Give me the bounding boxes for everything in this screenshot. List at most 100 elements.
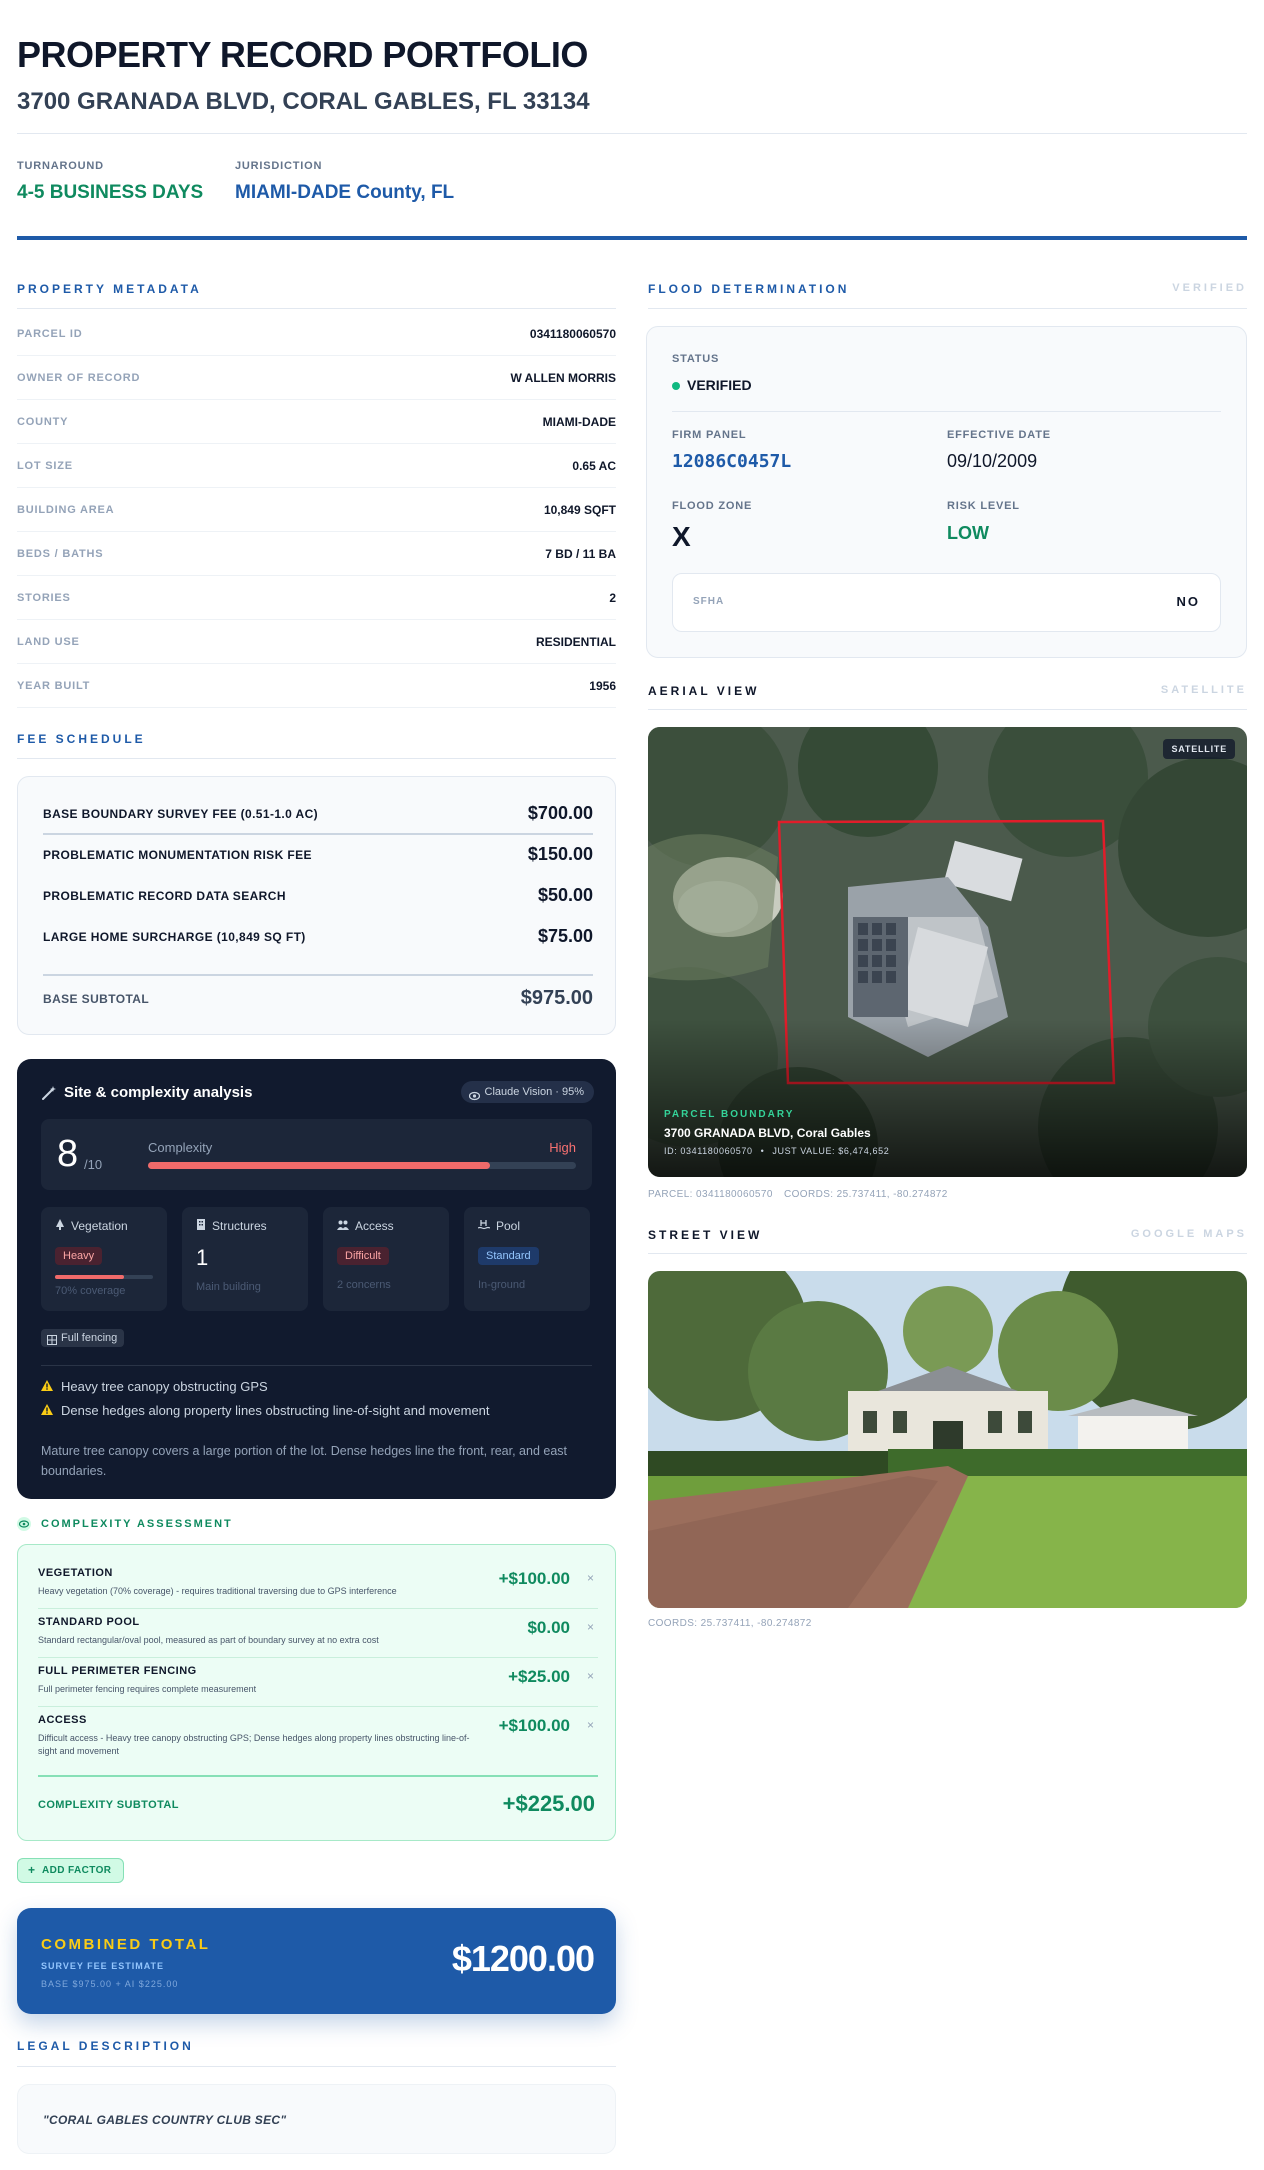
jurisdiction-block: JURISDICTION MIAMI-DADE County, FL <box>235 160 454 204</box>
base-subtotal-label: BASE SUBTOTAL <box>43 991 150 1006</box>
fee-row: LARGE HOME SURCHARGE (10,849 SQ FT) $75.0… <box>43 926 593 947</box>
aerial-heading: AERIAL VIEW <box>648 684 760 698</box>
complexity-item: FULL PERIMETER FENCING Full perimeter fe… <box>38 1665 598 1696</box>
fee-label: PROBLEMATIC MONUMENTATION RISK FEE <box>43 847 312 862</box>
jurisdiction-label: JURISDICTION <box>235 160 323 172</box>
fee-label: LARGE HOME SURCHARGE (10,849 SQ FT) <box>43 929 306 944</box>
meta-row-land-use: LAND USE RESIDENTIAL <box>17 620 616 664</box>
vegetation-bar-fill <box>55 1275 124 1279</box>
people-icon <box>337 1219 349 1233</box>
status-dot-icon <box>672 382 680 390</box>
base-subtotal-row: BASE SUBTOTAL $975.00 <box>43 987 593 1010</box>
street-view-image[interactable] <box>648 1271 1247 1608</box>
warning-item: Dense hedges along property lines obstru… <box>41 1403 490 1418</box>
flood-status-label: STATUS <box>672 353 720 365</box>
warning-text: Heavy tree canopy obstructing GPS <box>61 1379 268 1394</box>
street-aux: GOOGLE MAPS <box>1130 1228 1247 1240</box>
add-factor-button[interactable]: + ADD FACTOR <box>17 1858 125 1883</box>
aerial-rule <box>648 709 1247 710</box>
fee-amount: $700.00 <box>527 803 593 823</box>
plus-icon: + <box>28 1863 36 1877</box>
complexity-bar-fill <box>148 1162 491 1169</box>
structures-count: 1 <box>196 1245 209 1270</box>
header-accent-rule <box>17 236 1247 240</box>
aerial-image[interactable]: SATELLITE PARCEL BOUNDARY 3700 GRANADA B… <box>648 727 1247 1177</box>
fee-schedule-heading: FEE SCHEDULE <box>17 732 146 746</box>
combined-total-title: COMBINED TOTAL <box>41 1936 211 1953</box>
flood-zone-label: FLOOD ZONE <box>672 500 753 512</box>
meta-key: YEAR BUILT <box>17 679 91 692</box>
pool-label: Pool <box>496 1219 521 1233</box>
flood-rule <box>648 308 1247 309</box>
fee-amount: $50.00 <box>537 885 593 905</box>
complexity-item-desc: Standard rectangular/oval pool, measured… <box>38 1635 379 1645</box>
aerial-address: 3700 GRANADA BLVD, Coral Gables <box>664 1126 871 1140</box>
complexity-separator <box>38 1706 598 1707</box>
structures-label: Structures <box>212 1219 267 1233</box>
meta-row-parcel: PARCEL ID 0341180060570 <box>17 312 616 356</box>
meta-row-beds-baths: BEDS / BATHS 7 BD / 11 BA <box>17 532 616 576</box>
meta-key: COUNTY <box>17 415 69 428</box>
risk-level-value: LOW <box>947 523 989 543</box>
site-analysis-card: Site & complexity analysis Claude Vision… <box>17 1059 616 1499</box>
vegetation-pill: Heavy <box>55 1247 103 1265</box>
fencing-tag: Full fencing <box>41 1329 125 1347</box>
legal-description-rule <box>17 2066 616 2067</box>
property-metadata-rule <box>17 308 616 309</box>
access-header: Access <box>337 1219 394 1233</box>
access-foot: 2 concerns <box>337 1279 391 1291</box>
complexity-level: High <box>549 1140 576 1155</box>
eye-icon <box>17 1517 31 1536</box>
building-icon <box>196 1219 206 1233</box>
aerial-just-value: JUST VALUE: $6,474,652 <box>772 1146 890 1156</box>
fee-row: BASE BOUNDARY SURVEY FEE (0.51-1.0 AC) $7… <box>43 803 593 824</box>
fee-label: PROBLEMATIC RECORD DATA SEARCH <box>43 888 286 903</box>
legal-description-card: "CORAL GABLES COUNTRY CLUB SEC" <box>17 2084 616 2154</box>
complexity-item-desc: Heavy vegetation (70% coverage) - requir… <box>38 1586 397 1596</box>
eye-icon <box>468 1087 480 1109</box>
firm-panel-value: 12086C0457L <box>672 451 792 472</box>
remove-factor-button[interactable]: × <box>587 1718 594 1732</box>
meta-key: LAND USE <box>17 635 80 648</box>
structures-card: Structures 1 Main building <box>182 1207 308 1311</box>
vision-badge-text: Claude Vision · 95% <box>484 1086 584 1098</box>
meta-row-lot-size: LOT SIZE 0.65 AC <box>17 444 616 488</box>
turnaround-value: 4-5 BUSINESS DAYS <box>17 182 204 203</box>
vision-badge: Claude Vision · 95% <box>460 1081 594 1103</box>
remove-factor-button[interactable]: × <box>587 1620 594 1634</box>
pool-header: Pool <box>477 1219 521 1233</box>
aerial-meta-line: ID: 0341180060570 • JUST VALUE: $6,474,6… <box>664 1146 889 1156</box>
pool-card: Pool Standard In-ground <box>464 1207 590 1311</box>
sfha-box: SFHA NO <box>672 573 1221 632</box>
meta-value: 2 <box>609 590 616 605</box>
fee-row: PROBLEMATIC MONUMENTATION RISK FEE $150.0… <box>43 844 593 865</box>
combined-total-breakdown: BASE $975.00 + AI $225.00 <box>41 1979 179 1989</box>
tree-icon <box>55 1219 65 1233</box>
aerial-caption-coords: COORDS: 25.737411, -80.274872 <box>784 1189 948 1200</box>
warning-icon <box>41 1403 53 1418</box>
complexity-assessment-card: VEGETATION Heavy vegetation (70% coverag… <box>17 1544 616 1841</box>
effective-date-value: 09/10/2009 <box>947 451 1038 471</box>
street-photo <box>648 1271 1247 1608</box>
access-card: Access Difficult 2 concerns <box>323 1207 449 1311</box>
sfha-label: SFHA <box>693 596 725 607</box>
warning-item: Heavy tree canopy obstructing GPS <box>41 1379 268 1394</box>
combined-total-card: COMBINED TOTAL SURVEY FEE ESTIMATE BASE … <box>17 1908 616 2014</box>
analysis-divider <box>41 1365 592 1366</box>
complexity-item: STANDARD POOL Standard rectangular/oval … <box>38 1616 598 1647</box>
fee-schedule-card: BASE BOUNDARY SURVEY FEE (0.51-1.0 AC) $7… <box>17 776 616 1035</box>
complexity-separator <box>38 1657 598 1658</box>
vegetation-header: Vegetation <box>55 1219 128 1233</box>
meta-row-county: COUNTY MIAMI-DADE <box>17 400 616 444</box>
complexity-item-desc: Full perimeter fencing requires complete… <box>38 1684 257 1694</box>
complexity-item-amount: +$100.00 <box>498 1569 570 1588</box>
access-label: Access <box>355 1219 394 1233</box>
parcel-boundary-label: PARCEL BOUNDARY <box>664 1109 795 1120</box>
vegetation-bar-track <box>55 1275 153 1279</box>
warning-text: Dense hedges along property lines obstru… <box>61 1403 490 1418</box>
complexity-score: 8 <box>57 1133 79 1175</box>
jurisdiction-value: MIAMI-DADE County, FL <box>235 182 455 203</box>
legal-description-text: "CORAL GABLES COUNTRY CLUB SEC" <box>43 2113 287 2127</box>
remove-factor-button[interactable]: × <box>587 1571 594 1585</box>
remove-factor-button[interactable]: × <box>587 1669 594 1683</box>
